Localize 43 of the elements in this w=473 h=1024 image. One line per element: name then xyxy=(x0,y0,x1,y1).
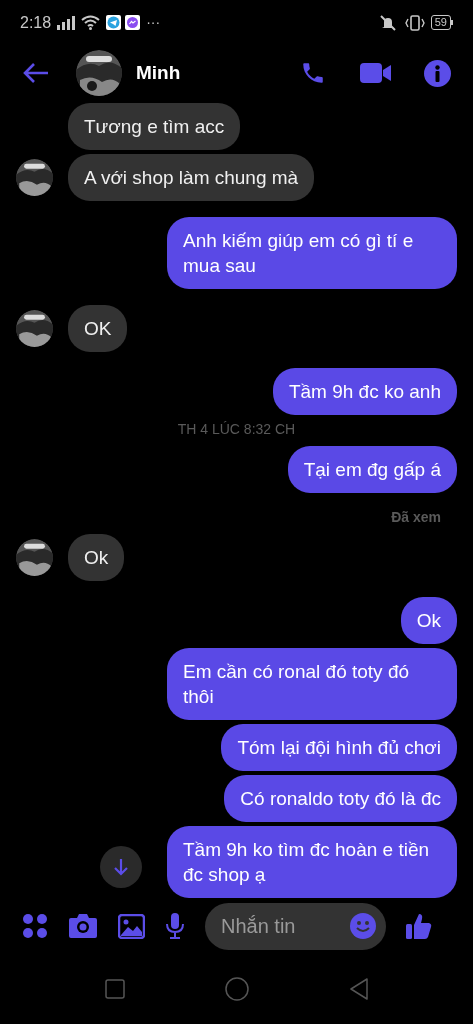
avatar[interactable] xyxy=(16,309,53,347)
message-bubble: Em cần có ronal đó toty đó thôi xyxy=(167,647,457,720)
back-arrow-icon[interactable] xyxy=(22,62,50,85)
message-bubble: Tại em đg gấp á xyxy=(287,445,457,493)
recent-apps-icon[interactable] xyxy=(104,979,125,1000)
status-time: 2:18 xyxy=(20,12,52,33)
messenger-icon xyxy=(125,15,141,31)
more-notifications: ··· xyxy=(146,13,161,33)
avatar[interactable] xyxy=(16,158,53,196)
microphone-icon[interactable] xyxy=(165,913,185,940)
battery-icon: 59 xyxy=(430,15,453,31)
seen-status: Đã xem xyxy=(391,507,441,527)
apps-icon[interactable] xyxy=(22,913,48,940)
emoji-icon[interactable] xyxy=(350,912,376,939)
signal-icon xyxy=(57,15,76,30)
video-call-icon[interactable] xyxy=(360,62,392,85)
avatar[interactable] xyxy=(76,50,122,97)
timestamp: TH 4 LÚC 8:32 CH xyxy=(177,419,296,439)
message-bubble: OK xyxy=(68,304,128,352)
scroll-down-button[interactable] xyxy=(100,845,142,888)
info-icon[interactable] xyxy=(424,59,451,87)
vibrate-icon xyxy=(404,14,425,31)
message-bubble: Tương e tìm acc xyxy=(68,102,241,150)
message-bubble: A với shop làm chung mà xyxy=(68,153,315,201)
image-icon[interactable] xyxy=(118,913,145,939)
message-bubble: Ok xyxy=(400,596,457,644)
message-bubble: Tầm 9h đc ko anh xyxy=(272,367,457,415)
camera-icon[interactable] xyxy=(68,913,98,940)
message-bubble: Có ronaldo toty đó là đc xyxy=(224,774,457,822)
contact-name[interactable]: Minh xyxy=(136,58,181,88)
back-icon[interactable] xyxy=(348,978,369,1001)
message-bubble: Anh kiếm giúp em có gì tí e mua sau xyxy=(167,216,457,289)
mute-icon xyxy=(378,14,397,31)
telegram-icon xyxy=(106,15,122,31)
avatar[interactable] xyxy=(16,538,53,576)
thumbs-up-icon[interactable] xyxy=(406,912,432,940)
home-icon[interactable] xyxy=(224,977,249,1002)
message-field[interactable]: Nhắn tin xyxy=(205,902,386,950)
message-bubble: Tóm lại đội hình đủ chơi xyxy=(221,723,457,771)
down-arrow-icon xyxy=(113,857,129,876)
wifi-icon xyxy=(81,15,101,31)
message-bubble: Tầm 9h ko tìm đc hoàn e tiền đc shop ạ xyxy=(167,825,457,898)
message-bubble: Ok xyxy=(68,533,125,581)
